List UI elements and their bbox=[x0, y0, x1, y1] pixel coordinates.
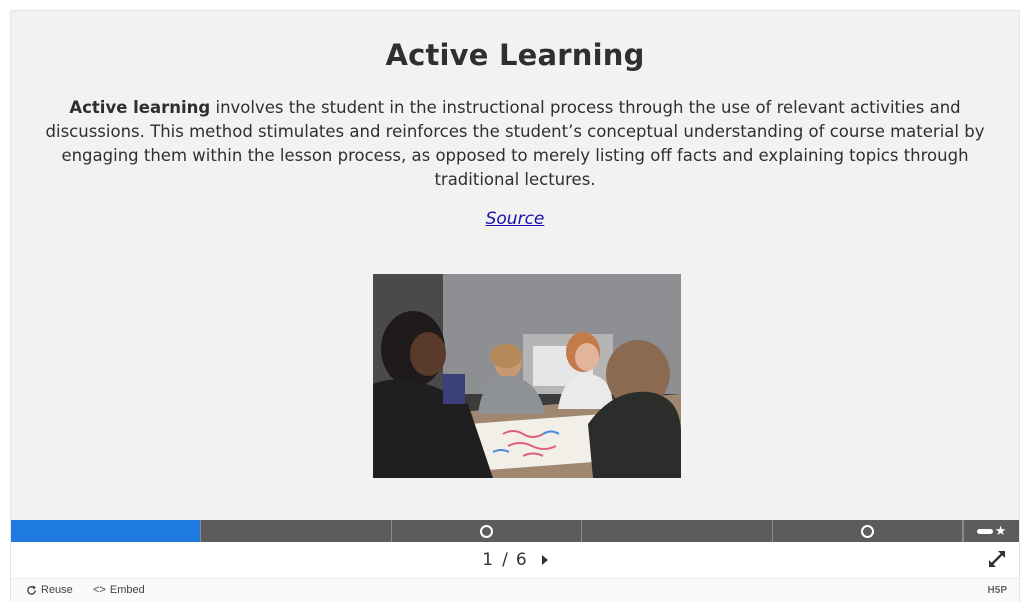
navigation-footer: 1 / 6 bbox=[11, 542, 1019, 578]
total-slides-number: 6 bbox=[515, 550, 528, 570]
reuse-icon bbox=[27, 584, 37, 595]
progress-segment-3[interactable] bbox=[392, 520, 583, 542]
slide-body-text: Active learning involves the student in … bbox=[39, 96, 991, 192]
embed-label: Embed bbox=[109, 584, 145, 596]
reuse-button[interactable]: Reuse bbox=[26, 584, 73, 596]
body-bold-term: Active learning bbox=[69, 98, 211, 117]
counter-separator: / bbox=[502, 550, 508, 570]
summary-bar-icon bbox=[976, 528, 993, 534]
fullscreen-expand-icon[interactable] bbox=[987, 549, 1007, 569]
progress-bar: ★ bbox=[11, 520, 1020, 542]
slide-counter: 1 / 6 bbox=[11, 542, 1019, 578]
progress-segment-summary[interactable]: ★ bbox=[963, 520, 1020, 542]
h5p-course-presentation: Active Learning Active learning involves… bbox=[10, 10, 1020, 602]
progress-segment-5[interactable] bbox=[773, 520, 964, 542]
star-icon: ★ bbox=[994, 523, 1007, 539]
students-photo bbox=[373, 274, 681, 478]
source-link-container: Source bbox=[11, 209, 1019, 229]
current-slide-number: 1 bbox=[482, 550, 495, 570]
task-circle-icon bbox=[860, 524, 874, 538]
next-arrow-icon[interactable] bbox=[541, 555, 548, 565]
progress-segment-2[interactable] bbox=[201, 520, 392, 542]
slide: Active Learning Active learning involves… bbox=[11, 11, 1019, 520]
h5p-actions-bar: Reuse <> Embed H5P bbox=[11, 578, 1019, 602]
embed-button[interactable]: <> Embed bbox=[93, 584, 145, 596]
h5p-logo[interactable]: H5P bbox=[988, 585, 1007, 596]
task-circle-icon bbox=[480, 524, 494, 538]
source-link[interactable]: Source bbox=[486, 209, 545, 229]
embed-code-icon: <> bbox=[93, 584, 106, 596]
progress-segment-1[interactable] bbox=[11, 520, 202, 542]
reuse-label: Reuse bbox=[41, 584, 73, 596]
progress-segment-4[interactable] bbox=[582, 520, 773, 542]
slide-title: Active Learning bbox=[385, 38, 645, 72]
